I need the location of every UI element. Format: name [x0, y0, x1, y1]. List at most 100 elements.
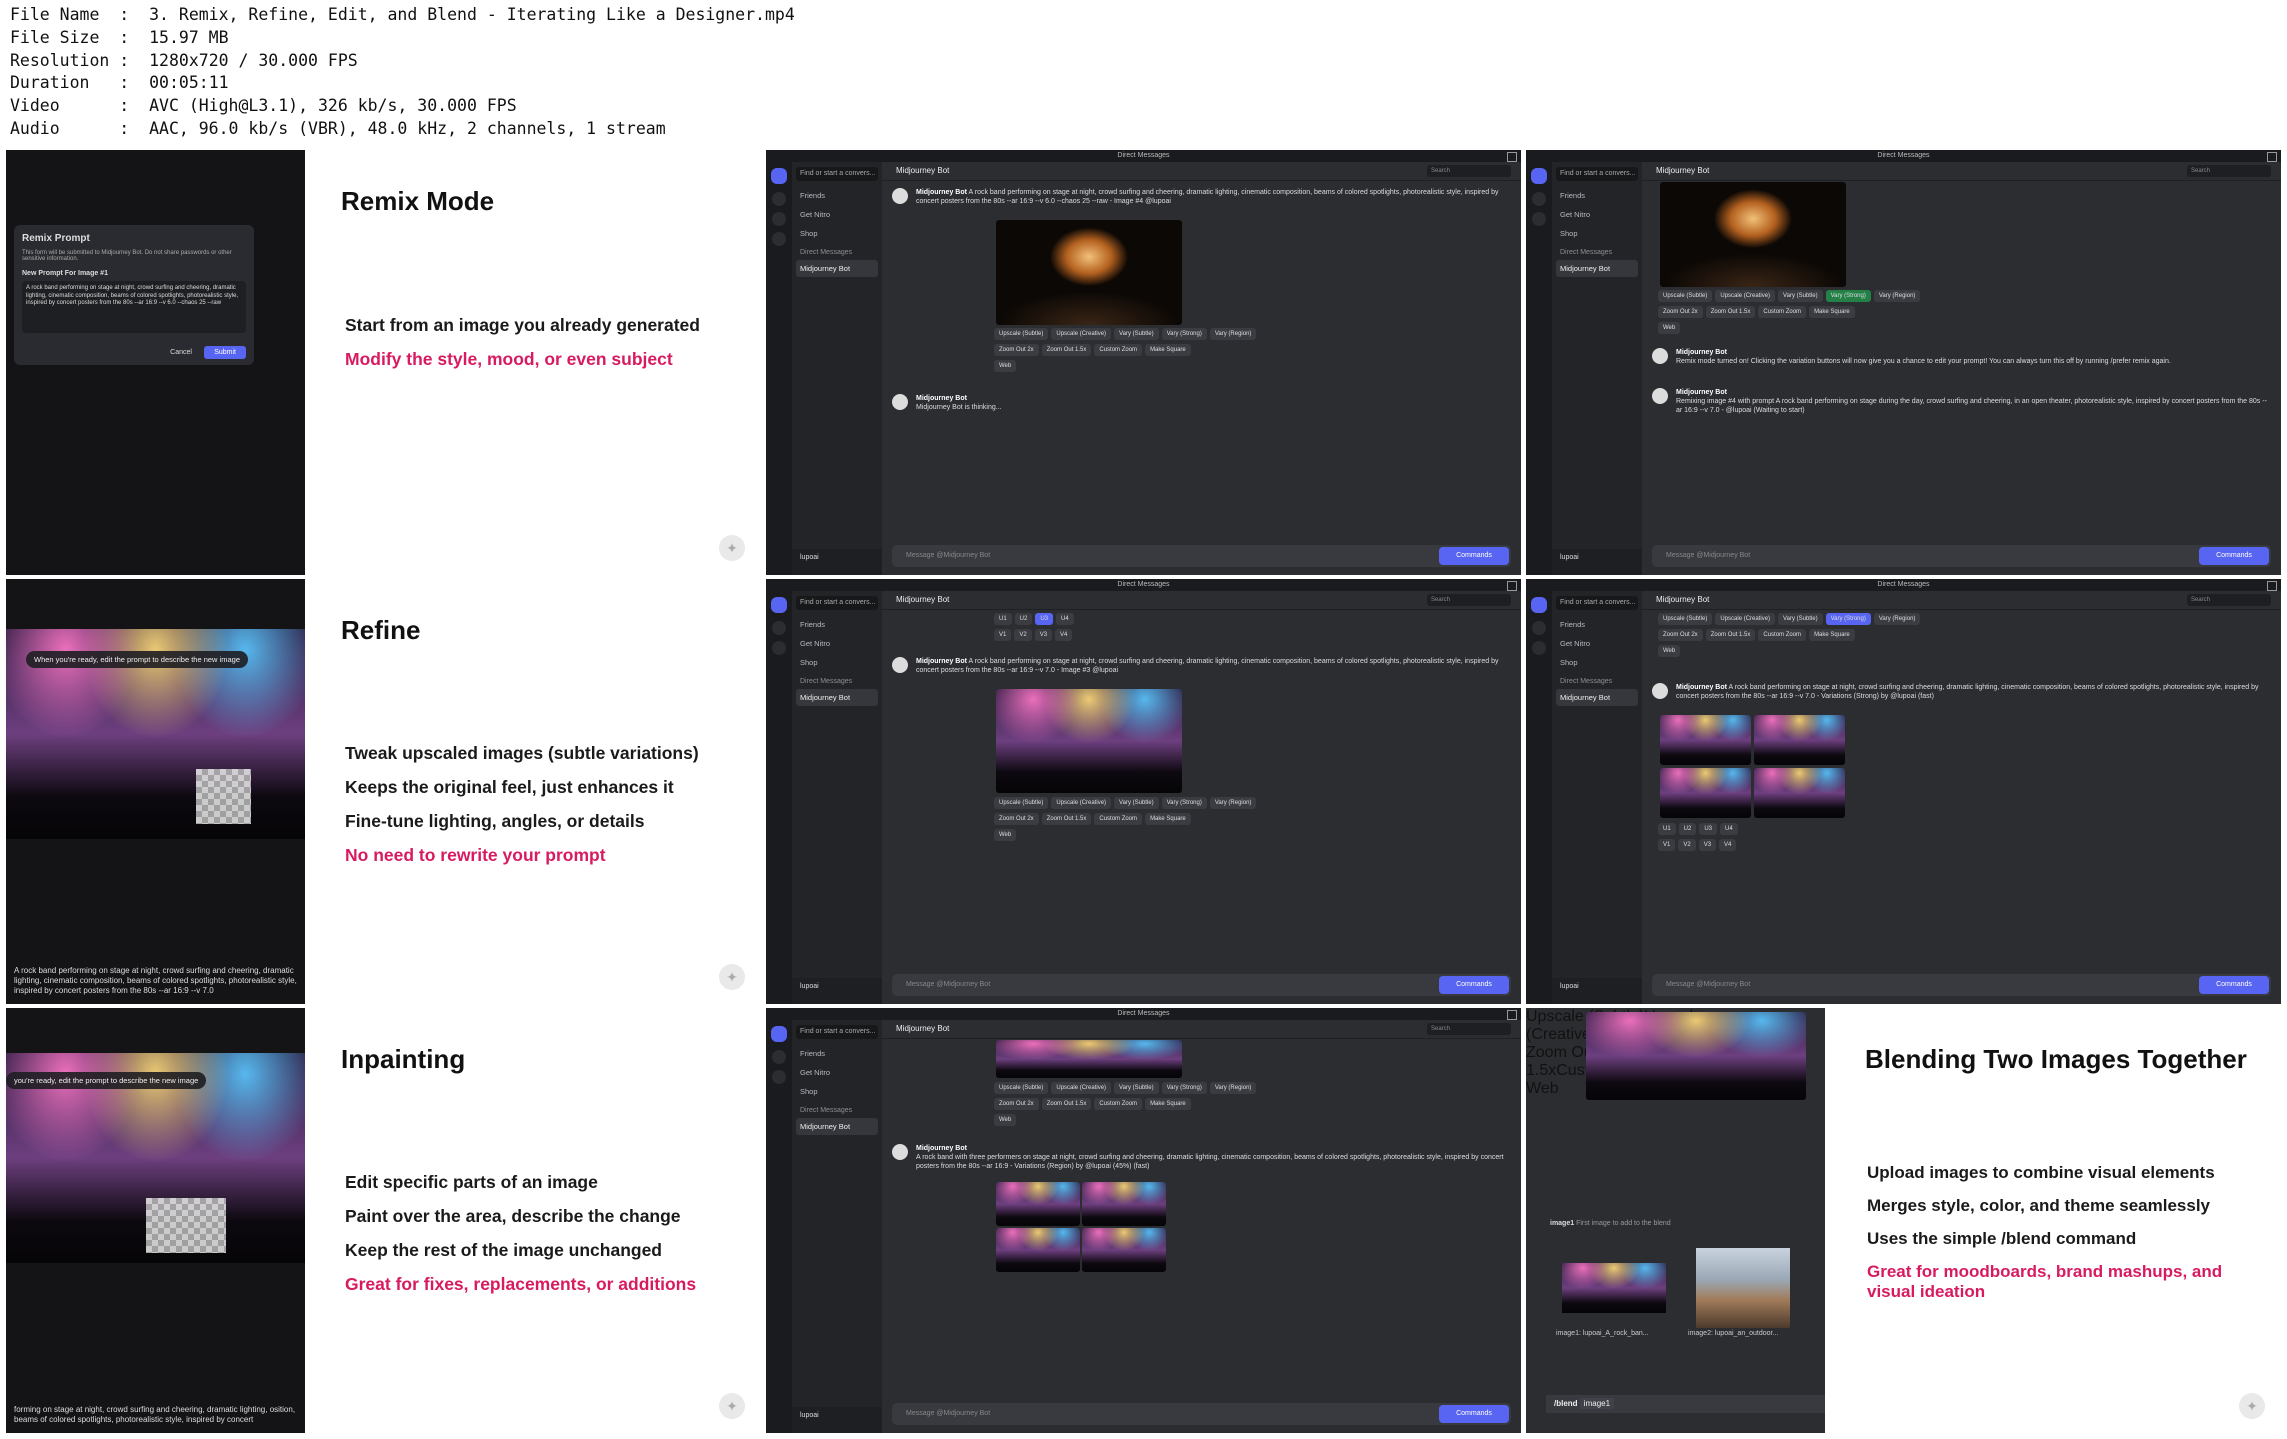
- vary-strong-button[interactable]: Vary (Strong): [1825, 290, 1871, 302]
- search-input[interactable]: Search: [2187, 594, 2271, 606]
- message-input[interactable]: Message @Midjourney Bot Commands: [892, 1403, 1511, 1425]
- sidebar-item-nitro[interactable]: Get Nitro: [1552, 634, 1642, 653]
- close-icon[interactable]: [1507, 152, 1517, 162]
- server-icon[interactable]: [772, 1050, 786, 1064]
- variation-image[interactable]: [1754, 768, 1845, 818]
- web-button[interactable]: Web: [1658, 322, 1681, 334]
- commands-button[interactable]: Commands: [1439, 976, 1509, 994]
- v3-button[interactable]: V3: [1034, 629, 1053, 641]
- u2-button[interactable]: U2: [1678, 823, 1697, 835]
- new-prompt-field[interactable]: A rock band performing on stage at night…: [22, 281, 246, 333]
- dm-midjourney-bot[interactable]: Midjourney Bot: [796, 260, 878, 277]
- zoom-out-15x-button[interactable]: Zoom Out 1.5x: [1705, 306, 1756, 318]
- vary-subtle-button[interactable]: Vary (Subtle): [1114, 328, 1159, 340]
- custom-zoom-button[interactable]: Custom Zoom: [1094, 344, 1143, 356]
- vary-region-button[interactable]: Vary (Region): [1209, 328, 1257, 340]
- close-icon[interactable]: [1507, 581, 1517, 591]
- upscale-creative-button[interactable]: Upscale (Creative): [1051, 328, 1112, 340]
- sidebar-item-shop[interactable]: Shop: [792, 224, 882, 243]
- vary-subtle-button[interactable]: Vary (Subtle): [1114, 1082, 1159, 1094]
- generated-image[interactable]: [996, 220, 1182, 325]
- variation-image[interactable]: [1660, 715, 1751, 765]
- vary-strong-button[interactable]: Vary (Strong): [1161, 328, 1207, 340]
- discord-home-icon[interactable]: [771, 168, 787, 184]
- vary-region-button[interactable]: Vary (Region): [1873, 290, 1921, 302]
- server-icon[interactable]: [772, 212, 786, 226]
- v2-button[interactable]: V2: [1678, 839, 1696, 851]
- server-icon[interactable]: [1532, 641, 1546, 655]
- u4-button[interactable]: U4: [1056, 613, 1074, 625]
- zoom-out-2x-button[interactable]: Zoom Out 2x: [994, 1098, 1039, 1110]
- upscale-subtle-button[interactable]: Upscale (Subtle): [994, 797, 1049, 809]
- search-input[interactable]: Search: [1427, 165, 1511, 177]
- commands-button[interactable]: Commands: [1439, 1405, 1509, 1423]
- u1-button[interactable]: U1: [994, 613, 1012, 625]
- v2-button[interactable]: V2: [1014, 629, 1032, 641]
- sidebar-item-shop[interactable]: Shop: [792, 1082, 882, 1101]
- message-input[interactable]: Message @Midjourney Bot Commands: [1652, 545, 2271, 567]
- v4-button[interactable]: V4: [1719, 839, 1737, 851]
- upscale-subtle-button[interactable]: Upscale (Subtle): [994, 1082, 1049, 1094]
- sidebar-item-friends[interactable]: Friends: [1552, 186, 1642, 205]
- sidebar-item-nitro[interactable]: Get Nitro: [1552, 205, 1642, 224]
- v3-button[interactable]: V3: [1698, 839, 1717, 851]
- make-square-button[interactable]: Make Square: [1145, 344, 1191, 356]
- make-square-button[interactable]: Make Square: [1145, 1098, 1191, 1110]
- make-square-button[interactable]: Make Square: [1809, 629, 1855, 641]
- generated-image[interactable]: [996, 689, 1182, 793]
- server-icon[interactable]: [1532, 621, 1546, 635]
- server-icon[interactable]: [772, 1070, 786, 1084]
- zoom-out-15x-button[interactable]: Zoom Out 1.5x: [1041, 1098, 1092, 1110]
- vary-region-button[interactable]: Vary (Region): [1873, 613, 1921, 625]
- upscale-creative-button[interactable]: Upscale (Creative): [1715, 290, 1776, 302]
- upscale-subtle-button[interactable]: Upscale (Subtle): [1658, 290, 1713, 302]
- find-conversation-input[interactable]: Find or start a convers...: [1556, 167, 1638, 181]
- server-icon[interactable]: [1532, 212, 1546, 226]
- find-conversation-input[interactable]: Find or start a convers...: [796, 596, 878, 610]
- submit-button[interactable]: Submit: [204, 346, 246, 359]
- vary-subtle-button[interactable]: Vary (Subtle): [1778, 290, 1823, 302]
- commands-button[interactable]: Commands: [1439, 547, 1509, 565]
- v4-button[interactable]: V4: [1055, 629, 1073, 641]
- server-icon[interactable]: [772, 641, 786, 655]
- message-input[interactable]: Message @Midjourney Bot Commands: [892, 545, 1511, 567]
- variation-image[interactable]: [996, 1228, 1080, 1272]
- server-icon[interactable]: [772, 192, 786, 206]
- search-input[interactable]: Search: [2187, 165, 2271, 177]
- variation-image[interactable]: [1082, 1182, 1166, 1226]
- u3-button[interactable]: U3: [1035, 613, 1054, 625]
- search-input[interactable]: Search: [1427, 594, 1511, 606]
- u3-button[interactable]: U3: [1699, 823, 1718, 835]
- close-icon[interactable]: [2267, 152, 2277, 162]
- close-icon[interactable]: [2267, 581, 2277, 591]
- generated-image[interactable]: [996, 1040, 1182, 1078]
- close-icon[interactable]: [1507, 1010, 1517, 1020]
- vary-strong-button[interactable]: Vary (Strong): [1825, 613, 1871, 625]
- zoom-out-2x-button[interactable]: Zoom Out 2x: [1658, 629, 1703, 641]
- message-input[interactable]: Message @Midjourney Bot Commands: [892, 974, 1511, 996]
- sidebar-item-friends[interactable]: Friends: [1552, 615, 1642, 634]
- upload-thumbnail[interactable]: [1562, 1263, 1666, 1313]
- zoom-out-2x-button[interactable]: Zoom Out 2x: [994, 344, 1039, 356]
- sidebar-item-shop[interactable]: Shop: [1552, 224, 1642, 243]
- message-input[interactable]: Message @Midjourney Bot Commands: [1652, 974, 2271, 996]
- upscale-creative-button[interactable]: Upscale (Creative): [1051, 797, 1112, 809]
- vary-subtle-button[interactable]: Vary (Subtle): [1114, 797, 1159, 809]
- u4-button[interactable]: U4: [1720, 823, 1738, 835]
- sidebar-item-nitro[interactable]: Get Nitro: [792, 634, 882, 653]
- web-button[interactable]: Web: [994, 829, 1017, 841]
- custom-zoom-button[interactable]: Custom Zoom: [1758, 629, 1807, 641]
- upscale-subtle-button[interactable]: Upscale (Subtle): [994, 328, 1049, 340]
- sidebar-item-shop[interactable]: Shop: [792, 653, 882, 672]
- zoom-out-15x-button[interactable]: Zoom Out 1.5x: [1041, 813, 1092, 825]
- discord-home-icon[interactable]: [771, 1026, 787, 1042]
- add-server-icon[interactable]: [772, 232, 786, 246]
- zoom-out-2x-button[interactable]: Zoom Out 2x: [994, 813, 1039, 825]
- sidebar-item-nitro[interactable]: Get Nitro: [792, 205, 882, 224]
- discord-home-icon[interactable]: [1531, 597, 1547, 613]
- v1-button[interactable]: V1: [994, 629, 1012, 641]
- custom-zoom-button[interactable]: Custom Zoom: [1094, 1098, 1143, 1110]
- find-conversation-input[interactable]: Find or start a convers...: [796, 1025, 878, 1039]
- vary-subtle-button[interactable]: Vary (Subtle): [1778, 613, 1823, 625]
- web-button[interactable]: Web: [1526, 1080, 1559, 1097]
